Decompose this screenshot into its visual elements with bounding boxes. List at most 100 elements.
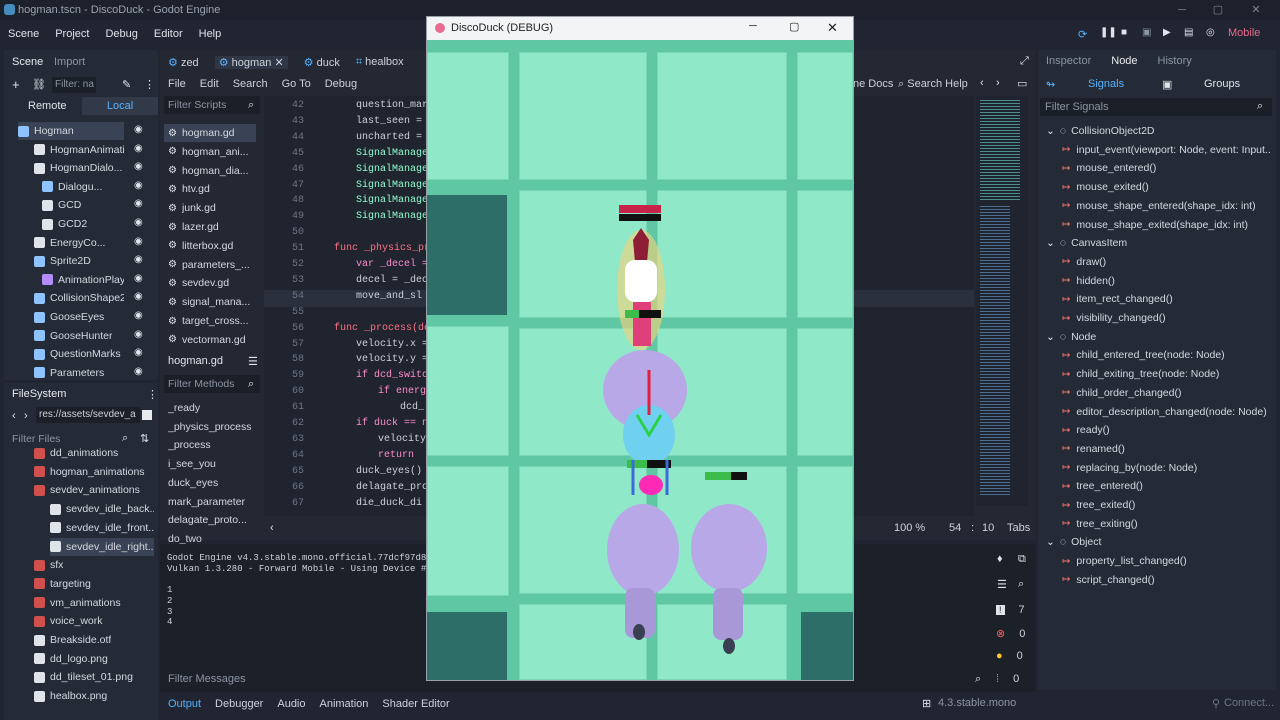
menu-debug[interactable]: Debug (97, 28, 145, 40)
script-icon[interactable]: ✎ (122, 78, 131, 91)
visibility-eye-icon[interactable]: ◉ (134, 310, 143, 321)
tab-audio[interactable]: Audio (277, 698, 305, 710)
file-sevdev-animations[interactable]: sevdev_animations (34, 481, 154, 499)
method-item-mark-parameter[interactable]: mark_parameter (168, 493, 258, 511)
signal-item[interactable]: ↦ mouse_exited() (1062, 178, 1270, 196)
tab-debugger[interactable]: Debugger (215, 698, 263, 710)
script-item-parameters[interactable]: ⚙ parameters_... (164, 256, 256, 274)
distraction-free-icon[interactable]: ⤢ (1020, 55, 1029, 68)
filter-lines-icon[interactable]: ☰ (997, 578, 1007, 591)
file-sevdev-idle-back[interactable]: sevdev_idle_back... (50, 500, 154, 518)
file-dd-logo-png[interactable]: dd_logo.png (34, 650, 154, 668)
local-tab[interactable]: Local (82, 97, 158, 115)
zoom-level[interactable]: 100 % (894, 522, 925, 534)
method-item-ready[interactable]: _ready (168, 399, 258, 417)
scene-node-gcd2[interactable]: GCD2 (42, 215, 124, 233)
file-sevdev-idle-front[interactable]: sevdev_idle_front... (50, 519, 154, 537)
tab-groups[interactable]: Groups (1204, 78, 1240, 90)
file-sfx[interactable]: sfx (34, 556, 154, 574)
tab-healbox[interactable]: ⌗ healbox (356, 56, 404, 69)
info-count[interactable]: ! 7 (996, 604, 1025, 616)
file-targeting[interactable]: targeting (34, 575, 154, 593)
script-filter-input[interactable]: Filter Scripts (164, 96, 260, 114)
run-current-icon[interactable]: ▶ (1163, 27, 1171, 38)
scene-node-collisionshape2d[interactable]: CollisionShape2D (34, 289, 124, 307)
forward-icon[interactable]: › (24, 410, 28, 422)
copy-output-icon[interactable]: ⧉ (1018, 553, 1026, 566)
scene-filter-input[interactable]: Filter: na (52, 77, 96, 93)
scene-node-energyco[interactable]: EnergyCo... (34, 234, 124, 252)
sort-methods-icon[interactable]: ☰ (248, 355, 258, 368)
menu-scene[interactable]: Scene (0, 28, 47, 40)
menu-project[interactable]: Project (47, 28, 97, 40)
file-breakside-otf[interactable]: Breakside.otf (34, 631, 154, 649)
tab-shader-editor[interactable]: Shader Editor (382, 698, 449, 710)
visibility-eye-icon[interactable]: ◉ (134, 273, 143, 284)
signal-group-collisionobject2d[interactable]: ⌄ ◌ CollisionObject2D (1046, 122, 1155, 140)
visibility-eye-icon[interactable]: ◉ (134, 143, 143, 154)
script-menu-goto[interactable]: Go To (282, 78, 311, 90)
signal-item[interactable]: ↦ input_event(viewport: Node, event: Inpu… (1062, 141, 1270, 159)
visibility-eye-icon[interactable]: ◉ (134, 347, 143, 358)
signal-item[interactable]: ↦ ready() (1062, 421, 1270, 439)
signal-group-canvasitem[interactable]: ⌄ ◌ CanvasItem (1046, 234, 1127, 252)
visibility-eye-icon[interactable]: ◉ (134, 180, 143, 191)
signal-item[interactable]: ↦ renamed() (1062, 440, 1270, 458)
scene-node-hogmananimati[interactable]: HogmanAnimati... (34, 141, 124, 159)
search-help-link[interactable]: ⌕ Search Help (898, 78, 968, 91)
add-node-icon[interactable]: + (12, 77, 20, 92)
menu-help[interactable]: Help (191, 28, 230, 40)
visibility-eye-icon[interactable]: ◉ (134, 291, 143, 302)
indent-mode[interactable]: Tabs (1007, 522, 1030, 534)
tab-inspector[interactable]: Inspector (1046, 55, 1091, 67)
game-close-icon[interactable]: ✕ (827, 20, 838, 36)
file-dd-tileset-01-png[interactable]: dd_tileset_01.png (34, 668, 154, 686)
method-item-delagate-proto[interactable]: delagate_proto... (168, 511, 258, 529)
scene-node-gcd[interactable]: GCD (42, 196, 124, 214)
tab-zed[interactable]: ⚙ zed (168, 56, 199, 69)
method-filter-input[interactable]: Filter Methods (164, 375, 260, 393)
script-item-hogman-dia[interactable]: ⚙ hogman_dia... (164, 162, 256, 180)
link-icon[interactable]: ⛓ (32, 78, 46, 91)
tab-signals[interactable]: Signals (1088, 78, 1124, 90)
signal-item[interactable]: ↦ mouse_shape_exited(shape_idx: int) (1062, 216, 1270, 234)
script-menu-search[interactable]: Search (233, 78, 268, 90)
signal-item[interactable]: ↦ replacing_by(node: Node) (1062, 459, 1270, 477)
message-count[interactable]: ⁞ 0 (996, 673, 1019, 685)
signal-filter-input[interactable]: Filter Signals (1040, 98, 1272, 116)
visibility-eye-icon[interactable]: ◉ (134, 124, 143, 135)
script-menu-file[interactable]: File (168, 78, 186, 90)
signal-group-object[interactable]: ⌄ ◌ Object (1046, 533, 1101, 551)
script-item-lazer-gd[interactable]: ⚙ lazer.gd (164, 218, 256, 236)
visibility-eye-icon[interactable]: ◉ (134, 329, 143, 340)
warning-count[interactable]: ● 0 (996, 650, 1023, 662)
script-item-sevdev-gd[interactable]: ⚙ sevdev.gd (164, 274, 256, 292)
toggle-panel-icon[interactable]: ▭ (1017, 77, 1027, 90)
file-dd-animations[interactable]: dd_animations (34, 444, 154, 462)
script-item-vectorman-gd[interactable]: ⚙ vectorman.gd (164, 331, 256, 349)
game-viewport[interactable] (427, 40, 853, 680)
signal-item[interactable]: ↦ hidden() (1062, 272, 1270, 290)
script-item-hogman-gd[interactable]: ⚙ hogman.gd (164, 124, 256, 142)
signal-item[interactable]: ↦ visibility_changed() (1062, 309, 1270, 327)
pause-icon[interactable]: ❚❚ (1100, 27, 1117, 38)
minimap[interactable] (976, 96, 1028, 506)
method-item-duck-eyes[interactable]: duck_eyes (168, 474, 258, 492)
error-count[interactable]: ⊗ 0 (996, 627, 1025, 641)
visibility-eye-icon[interactable]: ◉ (134, 366, 143, 377)
scene-node-gooseeyes[interactable]: GooseEyes (34, 308, 124, 326)
scene-node-goosehunter[interactable]: GooseHunter (34, 327, 124, 345)
back-icon[interactable]: ‹ (12, 410, 16, 422)
signal-item[interactable]: ↦ editor_description_changed(node: Node) (1062, 403, 1270, 421)
tab-hogman[interactable]: ⚙ hogman ✕ (214, 55, 288, 69)
game-minimize-icon[interactable]: ─ (749, 20, 757, 32)
file-sevdev-idle-right[interactable]: sevdev_idle_right... (50, 537, 154, 556)
method-item-i-see-you[interactable]: i_see_you (168, 455, 258, 473)
script-item-signal-mana[interactable]: ⚙ signal_mana... (164, 293, 256, 311)
game-maximize-icon[interactable]: ▢ (789, 20, 799, 33)
signal-item[interactable]: ↦ tree_exited() (1062, 496, 1270, 514)
signal-item[interactable]: ↦ tree_exiting() (1062, 515, 1270, 533)
remote-tab[interactable]: Remote (28, 100, 67, 112)
prev-script-icon[interactable]: ‹ (980, 77, 984, 89)
scene-node-hogman[interactable]: Hogman (18, 122, 124, 140)
